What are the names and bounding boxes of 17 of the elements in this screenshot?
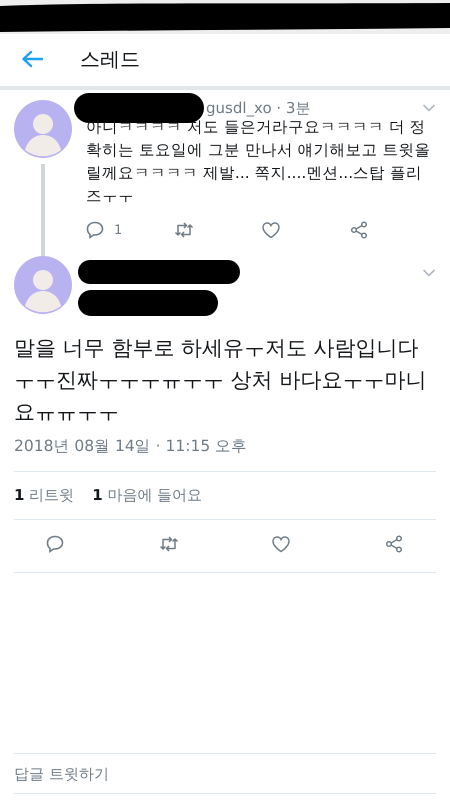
stat-count[interactable]: 1 마음에 들어요: [92, 486, 202, 505]
retweet-icon[interactable]: [174, 220, 194, 240]
reply-icon[interactable]: [86, 220, 106, 240]
retweet-icon[interactable]: [158, 534, 179, 554]
reply-count: 1: [114, 222, 122, 238]
tweet-timestamp: 2018년 08월 14일 · 11:15 오후: [13, 436, 248, 457]
tweet-handle: gusdl_xo · 3분: [206, 98, 312, 118]
tweet-text: 아니ㅋㅋㅋㅋ 저도 들은거라구요ㅋㅋㅋㅋ 더 정확히는 토요일에 그분 만나서 얘기해보고 트윗올릴께요ㅋㅋㅋㅋ 제발... 쪽지....멘션...스탑 플리즈ㅜㅜ: [86, 117, 432, 207]
heart-icon[interactable]: [261, 220, 281, 240]
share-icon[interactable]: [348, 220, 368, 240]
heart-icon[interactable]: [271, 534, 292, 554]
tweet-text: 말을 너무 함부로 하세유ㅜ저도 사람입니다ㅜㅜ진짜ㅜㅜㅜㅠㅜㅜ 상처 바다요ㅜㅜ마니요ㅠㅠㅜㅜ: [13, 335, 428, 426]
screen-title: 스레드: [80, 46, 140, 72]
reply-icon[interactable]: [46, 534, 66, 554]
stat-count[interactable]: 1 리트윗: [14, 486, 74, 505]
back-icon[interactable]: [20, 49, 44, 69]
share-icon[interactable]: [384, 534, 404, 554]
